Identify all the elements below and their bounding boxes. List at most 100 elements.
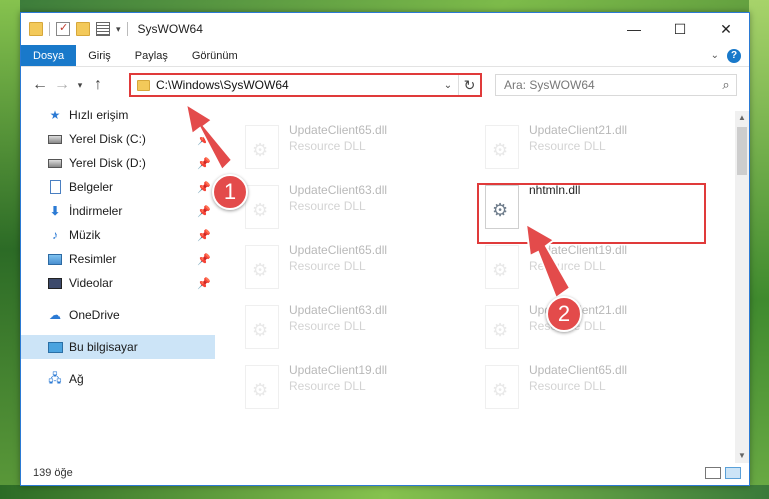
folder-icon[interactable] [29, 22, 43, 36]
tab-paylas[interactable]: Paylaş [123, 45, 180, 66]
this-pc-icon [47, 340, 63, 354]
quick-access-toolbar: ▾ [29, 21, 128, 36]
dll-file-icon [485, 365, 519, 409]
file-item[interactable]: UpdateClient19.dll Resource DLL [241, 361, 461, 415]
scroll-up-icon[interactable]: ▲ [735, 111, 749, 125]
sidebar-item-onedrive[interactable]: ☁ OneDrive [21, 303, 215, 327]
network-icon: 🖧 [48, 370, 62, 385]
status-bar: 139 öğe [21, 461, 749, 485]
pin-icon: 📌 [197, 277, 211, 290]
dll-file-icon [485, 125, 519, 169]
view-toggles [705, 467, 749, 479]
sidebar-item-pictures[interactable]: Resimler 📌 [21, 247, 215, 271]
sidebar-item-this-pc[interactable]: Bu bilgisayar [21, 335, 215, 359]
properties-check-icon[interactable] [56, 21, 70, 36]
sidebar-item-label: OneDrive [69, 308, 120, 322]
sidebar-item-network[interactable]: 🖧 Ağ [21, 367, 215, 391]
back-arrow-icon[interactable]: ← [29, 76, 51, 94]
sidebar-item-label: Belgeler [69, 180, 114, 194]
search-input[interactable]: Ara: SysWOW64 [504, 78, 595, 92]
tab-gorunum[interactable]: Görünüm [180, 45, 250, 66]
file-item[interactable]: UpdateClient21.dllResource DLL [481, 301, 701, 355]
window-title: SysWOW64 [137, 22, 203, 36]
dll-file-icon [485, 305, 519, 349]
dll-file-icon [245, 185, 279, 229]
sidebar-item-label: Resimler [69, 252, 117, 266]
sidebar-item-quick-access[interactable]: ★ Hızlı erişim [21, 103, 215, 127]
minimize-button[interactable]: — [611, 13, 657, 45]
up-arrow-icon[interactable]: ↑ [87, 76, 109, 94]
search-box[interactable]: Ara: SysWOW64 ⌕ [495, 74, 737, 96]
sidebar-item-music[interactable]: ♪ Müzik 📌 [21, 223, 215, 247]
help-icon[interactable]: ? [727, 48, 741, 63]
file-name: UpdateClient65.dll [529, 363, 628, 377]
customize-toolbar-icon[interactable]: ▾ [116, 24, 121, 35]
file-item[interactable]: UpdateClient65.dll Resource DLL [241, 241, 461, 295]
file-item[interactable]: UpdateClient63.dll Resource DLL [241, 301, 461, 355]
address-path[interactable]: C:\Windows\SysWOW64 [156, 78, 289, 92]
music-icon: ♪ [52, 228, 58, 242]
sidebar-item-label: Bu bilgisayar [69, 340, 138, 354]
sidebar-item-label: Müzik [69, 228, 101, 242]
file-item[interactable]: UpdateClient21.dllResource DLL [481, 121, 701, 175]
search-icon[interactable]: ⌕ [716, 77, 736, 93]
file-name: UpdateClient21.dll [529, 123, 628, 137]
pin-icon: 📌 [197, 181, 211, 194]
file-type: Resource DLL [289, 259, 366, 273]
recent-locations-icon[interactable]: ▾ [73, 80, 87, 91]
large-icons-view-icon[interactable] [725, 467, 741, 479]
sidebar-item-local-disk-c[interactable]: Yerel Disk (C:) 📌 [21, 127, 215, 151]
highlight-box-file [477, 183, 706, 244]
pin-icon: 📌 [197, 253, 211, 266]
refresh-icon[interactable]: ↻ [458, 75, 480, 95]
desktop-background-left [0, 0, 20, 499]
vertical-scrollbar[interactable]: ▲ ▼ [735, 111, 749, 463]
pin-icon: 📌 [197, 133, 211, 146]
videos-icon [47, 276, 63, 290]
sidebar-item-label: Hızlı erişim [69, 108, 129, 122]
desktop-background-bottom [0, 485, 769, 499]
pin-icon: 📌 [197, 229, 211, 242]
maximize-button[interactable]: ☐ [657, 13, 703, 45]
close-button[interactable]: ✕ [703, 13, 749, 45]
sidebar-item-label: Ağ [69, 372, 84, 386]
details-view-icon[interactable] [705, 467, 721, 479]
properties-icon[interactable] [96, 22, 110, 36]
desktop-background-right [749, 0, 769, 499]
pin-icon: 📌 [197, 157, 211, 170]
address-bar[interactable]: C:\Windows\SysWOW64 ⌄ ↻ [129, 73, 482, 97]
tab-dosya[interactable]: Dosya [21, 45, 77, 66]
disk-icon [47, 156, 63, 170]
new-folder-icon[interactable] [76, 22, 90, 36]
navigation-bar: ← → ▾ ↑ C:\Windows\SysWOW64 ⌄ ↻ Ara: Sys… [21, 67, 749, 103]
chevron-down-icon[interactable]: ⌄ [438, 80, 458, 91]
file-name: UpdateClient63.dll [289, 183, 388, 197]
file-name: UpdateClient19.dll [529, 243, 628, 257]
file-item[interactable]: UpdateClient65.dll Resource DLL [241, 121, 461, 175]
file-name: UpdateClient19.dll [289, 363, 388, 377]
dll-file-icon [485, 245, 519, 289]
scroll-thumb[interactable] [737, 127, 747, 175]
file-item[interactable]: UpdateClient65.dll Resource DLL [481, 361, 701, 415]
downloads-icon: ⬇ [49, 204, 61, 218]
sidebar-item-downloads[interactable]: ⬇ İndirmeler 📌 [21, 199, 215, 223]
folder-icon [137, 79, 150, 91]
tab-giris[interactable]: Giriş [76, 45, 123, 66]
file-name: UpdateClient63.dll [289, 303, 388, 317]
file-item[interactable]: UpdateClient19.dll Resource DLL [481, 241, 701, 295]
sidebar-item-label: İndirmeler [69, 204, 123, 218]
item-count: 139 öğe [33, 467, 73, 479]
sidebar-item-local-disk-d[interactable]: Yerel Disk (D:) 📌 [21, 151, 215, 175]
file-item[interactable]: UpdateClient63.dll Resource DLL [241, 181, 461, 235]
pictures-icon [47, 252, 63, 266]
window-controls: — ☐ ✕ [611, 13, 749, 45]
forward-arrow-icon[interactable]: → [51, 76, 73, 94]
file-list: UpdateClient65.dll Resource DLL UpdateCli… [221, 103, 731, 453]
navigation-pane: ★ Hızlı erişim Yerel Disk (C:) 📌 Yerel D… [21, 103, 215, 453]
step-1-badge: 1 [212, 174, 248, 210]
file-name: UpdateClient65.dll [289, 243, 388, 257]
sidebar-item-label: Videolar [69, 276, 113, 290]
sidebar-item-documents[interactable]: Belgeler 📌 [21, 175, 215, 199]
expand-ribbon-icon[interactable]: ⌄ [711, 50, 719, 61]
sidebar-item-videos[interactable]: Videolar 📌 [21, 271, 215, 295]
